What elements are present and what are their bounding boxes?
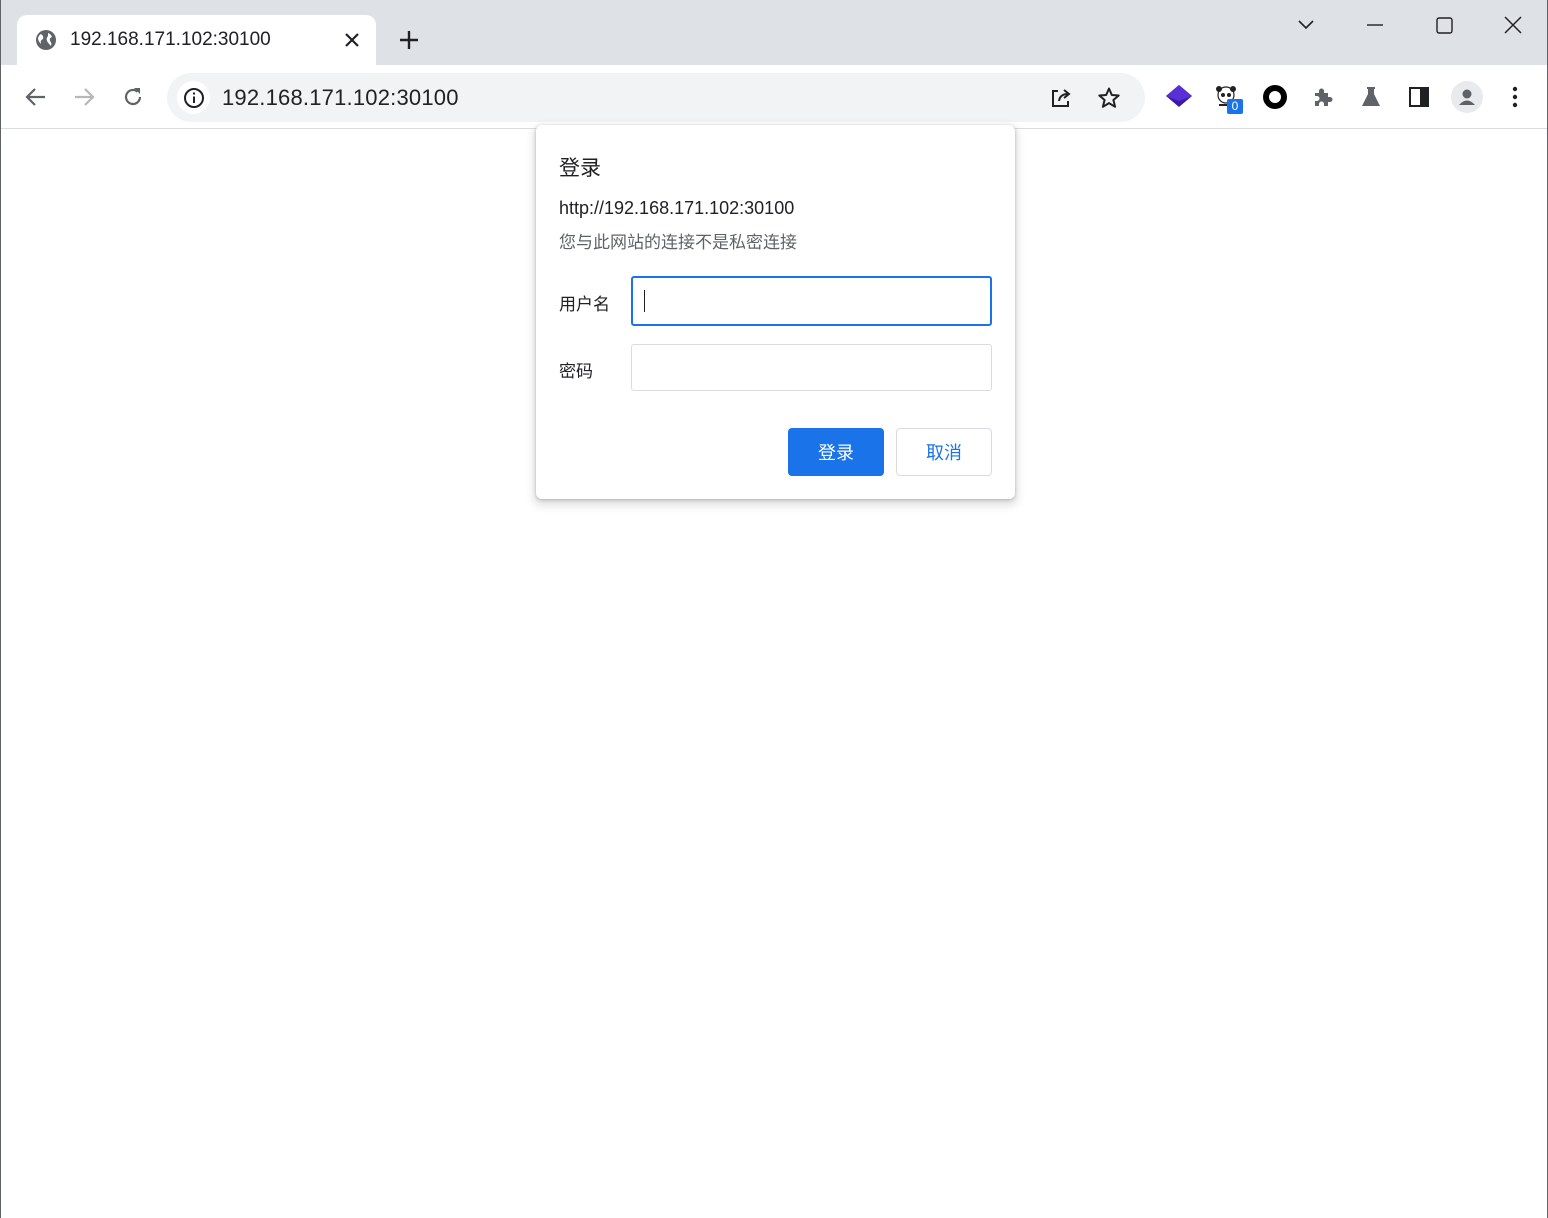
dialog-title: 登录 (559, 156, 601, 180)
reload-icon[interactable] (115, 79, 151, 115)
more-menu-icon[interactable] (1497, 79, 1533, 115)
panda-extension-icon[interactable]: 0 (1209, 79, 1245, 115)
maximize-icon[interactable] (1427, 8, 1461, 42)
toolbar: 192.168.171.102:30100 0 (1, 65, 1547, 129)
minimize-icon[interactable] (1358, 8, 1392, 42)
site-info-icon[interactable] (177, 81, 210, 114)
tab-close-icon[interactable] (339, 27, 365, 53)
bookmark-star-icon[interactable] (1093, 82, 1125, 114)
password-label: 密码 (559, 362, 593, 382)
tab-active[interactable]: 192.168.171.102:30100 (17, 15, 376, 65)
new-tab-icon[interactable] (395, 26, 423, 54)
extensions-puzzle-icon[interactable] (1305, 79, 1341, 115)
forward-arrow-icon[interactable] (66, 79, 102, 115)
dialog-warning: 您与此网站的连接不是私密连接 (559, 233, 797, 253)
browser-window: 192.168.171.102:30100 192.168.171.102:30… (0, 0, 1548, 1218)
labs-flask-icon[interactable] (1353, 79, 1389, 115)
layers-extension-icon[interactable] (1161, 79, 1197, 115)
tab-title: 192.168.171.102:30100 (70, 29, 271, 50)
username-field[interactable] (631, 276, 992, 326)
tab-search-icon[interactable] (1289, 8, 1323, 42)
side-panel-icon[interactable] (1401, 79, 1437, 115)
url-text[interactable]: 192.168.171.102:30100 (222, 85, 459, 111)
address-bar[interactable]: 192.168.171.102:30100 (167, 73, 1145, 122)
circle-extension-icon[interactable] (1257, 79, 1293, 115)
back-arrow-icon[interactable] (18, 79, 54, 115)
login-dialog: 登录 http://192.168.171.102:30100 您与此网站的连接… (536, 125, 1015, 499)
extension-badge: 0 (1227, 99, 1243, 114)
tab-strip: 192.168.171.102:30100 (1, 0, 1547, 65)
cancel-button[interactable]: 取消 (896, 428, 992, 476)
dialog-origin: http://192.168.171.102:30100 (559, 198, 795, 218)
password-field[interactable] (631, 344, 992, 391)
profile-avatar-icon[interactable] (1449, 79, 1485, 115)
share-icon[interactable] (1045, 82, 1077, 114)
username-label: 用户名 (559, 295, 610, 315)
login-button[interactable]: 登录 (788, 428, 884, 476)
text-caret (644, 290, 645, 312)
close-icon[interactable] (1496, 8, 1530, 42)
globe-icon (35, 29, 57, 51)
